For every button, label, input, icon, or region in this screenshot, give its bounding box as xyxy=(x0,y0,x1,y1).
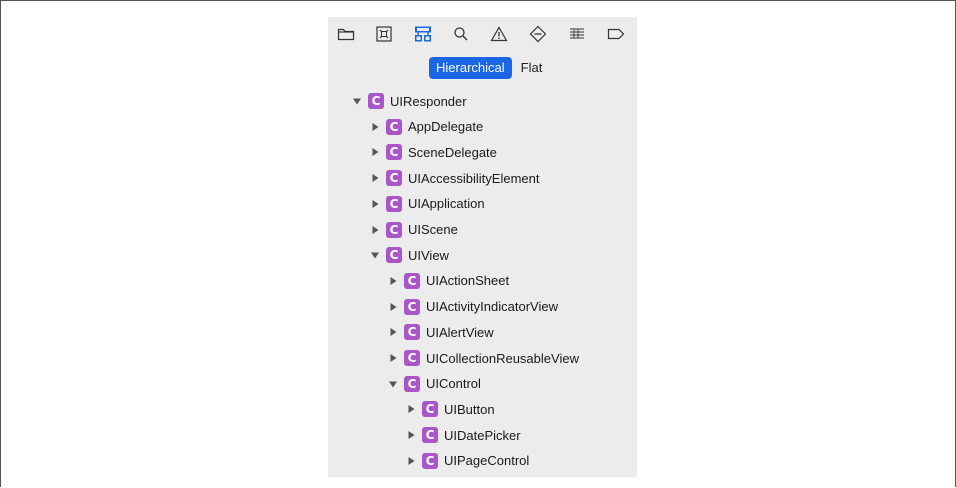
disclosure-expanded-icon[interactable] xyxy=(352,96,362,106)
tree-row[interactable]: C UIButton xyxy=(406,399,495,419)
disclosure-collapsed-icon[interactable] xyxy=(388,276,398,286)
debug-list-icon[interactable] xyxy=(567,24,587,44)
tree-row-label: UIControl xyxy=(426,376,481,392)
tree-row-label: UIActivityIndicatorView xyxy=(426,299,558,315)
test-diamond-icon[interactable] xyxy=(528,24,548,44)
tree-row[interactable]: C UIView xyxy=(370,245,449,265)
tree-row[interactable]: C UIScene xyxy=(370,220,458,240)
class-badge-icon: C xyxy=(404,350,420,366)
class-badge-icon: C xyxy=(422,452,438,469)
class-badge-icon: C xyxy=(386,247,402,264)
class-badge-icon: C xyxy=(404,375,420,392)
tree-row[interactable]: C SceneDelegate xyxy=(370,142,497,162)
tree-row-label: UIDatePicker xyxy=(444,427,521,443)
disclosure-collapsed-icon[interactable] xyxy=(388,302,398,312)
disclosure-collapsed-icon[interactable] xyxy=(370,147,380,157)
source-control-icon[interactable] xyxy=(374,24,394,44)
class-badge-icon: C xyxy=(386,144,402,161)
warning-icon[interactable] xyxy=(489,24,509,44)
class-badge-icon: C xyxy=(404,324,420,341)
tree-row[interactable]: C UIApplication xyxy=(370,194,485,214)
class-badge-icon: C xyxy=(368,93,384,109)
symbol-navigator-panel: Hierarchical Flat C UIResponder C AppDelega… xyxy=(328,17,637,477)
class-badge-icon: C xyxy=(422,401,438,418)
tree-row-label: UIPageControl xyxy=(444,453,530,469)
disclosure-collapsed-icon[interactable] xyxy=(370,173,380,183)
hierarchical-segment[interactable]: Hierarchical xyxy=(429,57,512,79)
tree-row[interactable]: C UIActionSheet xyxy=(388,271,509,291)
tree-row-label: UIButton xyxy=(444,401,495,417)
tree-row[interactable]: C UIActivityIndicatorView xyxy=(388,297,558,317)
tree-row-label: AppDelegate xyxy=(408,119,484,135)
tree-row[interactable]: C UIPageControl xyxy=(406,451,529,471)
class-badge-icon: C xyxy=(404,272,420,289)
search-icon[interactable] xyxy=(451,24,471,44)
disclosure-expanded-icon[interactable] xyxy=(370,250,380,260)
class-badge-icon: C xyxy=(386,195,402,212)
class-badge-icon: C xyxy=(386,221,402,238)
tree-row-label: UIActionSheet xyxy=(426,273,510,289)
tree-row-label: UICollectionReusableView xyxy=(426,350,579,366)
tree-row[interactable]: C UICollectionReusableView xyxy=(388,348,579,368)
view-mode-segmented-control: Hierarchical Flat xyxy=(429,57,549,79)
disclosure-collapsed-icon[interactable] xyxy=(388,353,398,363)
disclosure-collapsed-icon[interactable] xyxy=(406,404,416,414)
tree-row-label: UIView xyxy=(408,247,449,263)
navigator-toolbar xyxy=(328,17,637,51)
class-badge-icon: C xyxy=(422,427,438,444)
folder-icon[interactable] xyxy=(336,24,356,44)
class-badge-icon: C xyxy=(386,170,402,187)
disclosure-collapsed-icon[interactable] xyxy=(370,199,380,209)
class-badge-icon: C xyxy=(404,298,420,315)
tree-row[interactable]: C UIDatePicker xyxy=(406,425,521,445)
tree-row[interactable]: C AppDelegate xyxy=(370,117,483,137)
breakpoint-tag-icon[interactable] xyxy=(606,24,626,44)
tree-row-label: UIAlertView xyxy=(426,324,494,340)
tree-row-label: UIResponder xyxy=(390,93,467,109)
tree-row[interactable]: C UIAccessibilityElement xyxy=(370,168,540,188)
disclosure-collapsed-icon[interactable] xyxy=(388,327,398,337)
tree-row[interactable]: C UIControl xyxy=(388,374,481,394)
class-badge-icon: C xyxy=(386,118,402,135)
tree-row-label: UIApplication xyxy=(408,196,485,212)
disclosure-collapsed-icon[interactable] xyxy=(406,430,416,440)
flat-segment[interactable]: Flat xyxy=(514,57,550,79)
tree-row-label: UIAccessibilityElement xyxy=(408,170,540,186)
disclosure-collapsed-icon[interactable] xyxy=(370,225,380,235)
tree-row-label: UIScene xyxy=(408,222,458,237)
disclosure-expanded-icon[interactable] xyxy=(388,379,398,389)
disclosure-collapsed-icon[interactable] xyxy=(370,122,380,132)
tree-row-label: SceneDelegate xyxy=(408,144,497,160)
tree-row[interactable]: C UIResponder xyxy=(352,91,467,111)
symbol-hierarchy-icon[interactable] xyxy=(413,24,433,44)
disclosure-collapsed-icon[interactable] xyxy=(406,456,416,466)
tree-row[interactable]: C UIAlertView xyxy=(388,322,494,342)
